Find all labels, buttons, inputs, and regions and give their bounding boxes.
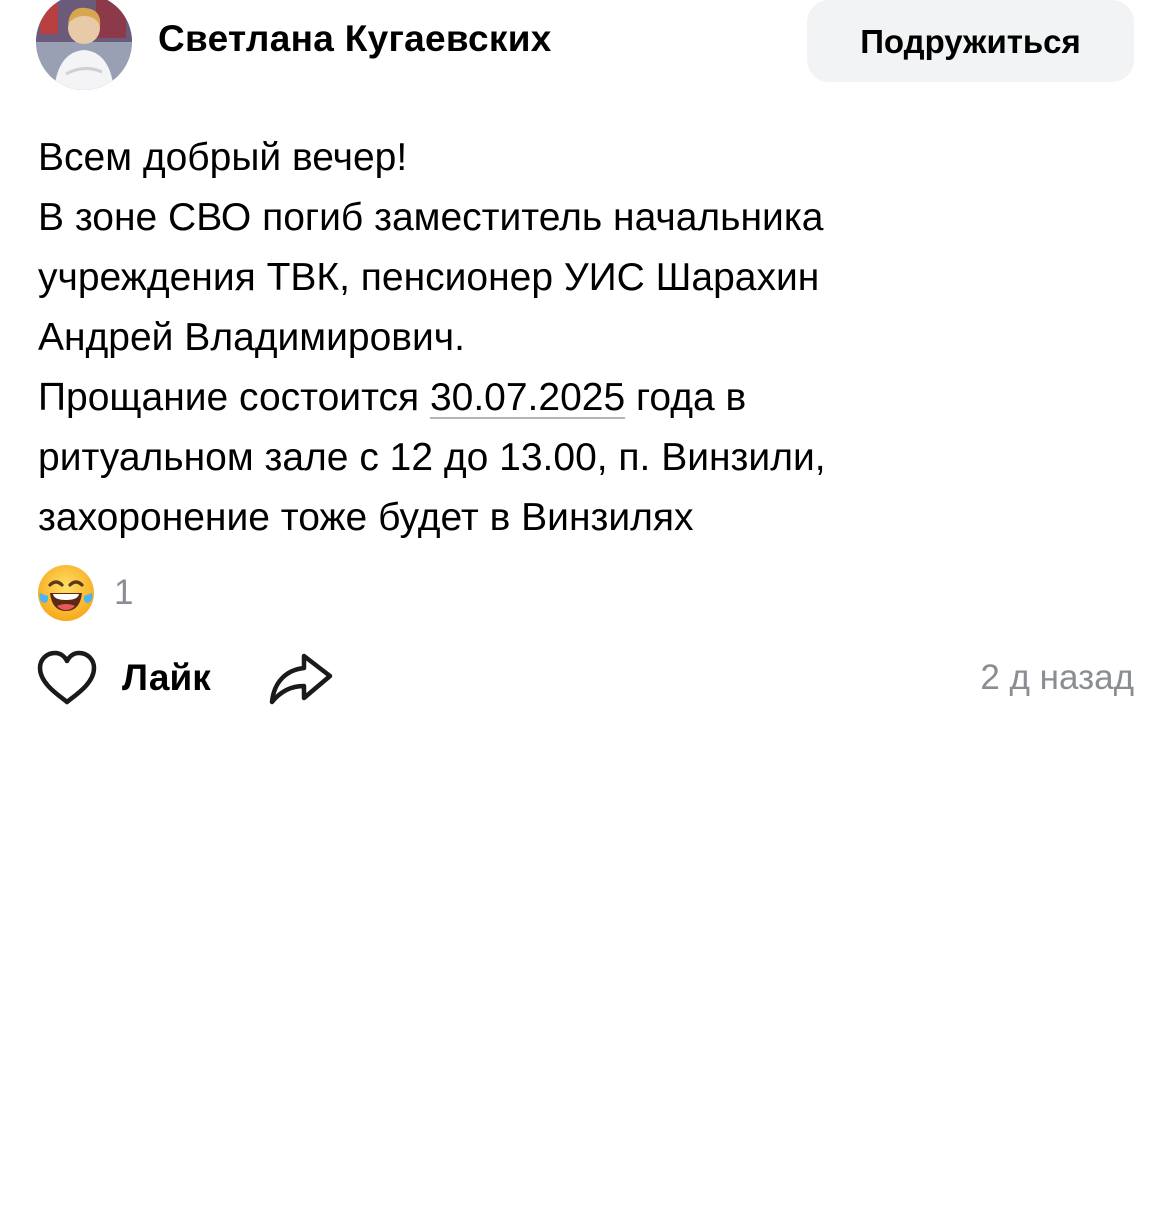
post-timestamp[interactable]: 2 д назад	[980, 658, 1134, 698]
user-photo-avatar-icon	[36, 0, 132, 90]
post-text-segment: года в	[625, 376, 747, 419]
laughing-tears-emoji-icon	[38, 565, 94, 621]
author-avatar[interactable]	[36, 0, 132, 90]
post-line: Прощание состоится 30.07.2025 года в	[38, 368, 1038, 428]
heart-outline-icon	[37, 650, 97, 705]
post-text-segment: Прощание состоится	[38, 376, 430, 419]
post-line: В зоне СВО погиб заместитель начальника	[38, 196, 824, 239]
author-name[interactable]: Светлана Кугаевских	[158, 18, 552, 60]
post-actions: Лайк 2 д назад	[0, 640, 1170, 720]
like-button[interactable]: Лайк	[36, 646, 211, 710]
reaction-count: 1	[114, 573, 134, 612]
add-friend-button[interactable]: Подружиться	[807, 0, 1134, 82]
post-header: Светлана Кугаевских Подружиться	[0, 0, 1170, 90]
share-arrow-icon	[269, 653, 333, 705]
post-line: ритуальном зале с 12 до 13.00, п. Винзил…	[38, 436, 826, 479]
like-label: Лайк	[122, 657, 211, 698]
share-button[interactable]	[268, 652, 334, 706]
post-line: Андрей Владимирович.	[38, 316, 465, 359]
post-line: Всем добрый вечер!	[38, 136, 408, 179]
post-line: захоронение тоже будет в Винзилях	[38, 496, 694, 539]
date-link[interactable]: 30.07.2025	[430, 376, 625, 419]
post-line: учреждения ТВК, пенсионер УИС Шарахин	[38, 256, 820, 299]
post-text: Всем добрый вечер! В зоне СВО погиб заме…	[38, 128, 1038, 548]
